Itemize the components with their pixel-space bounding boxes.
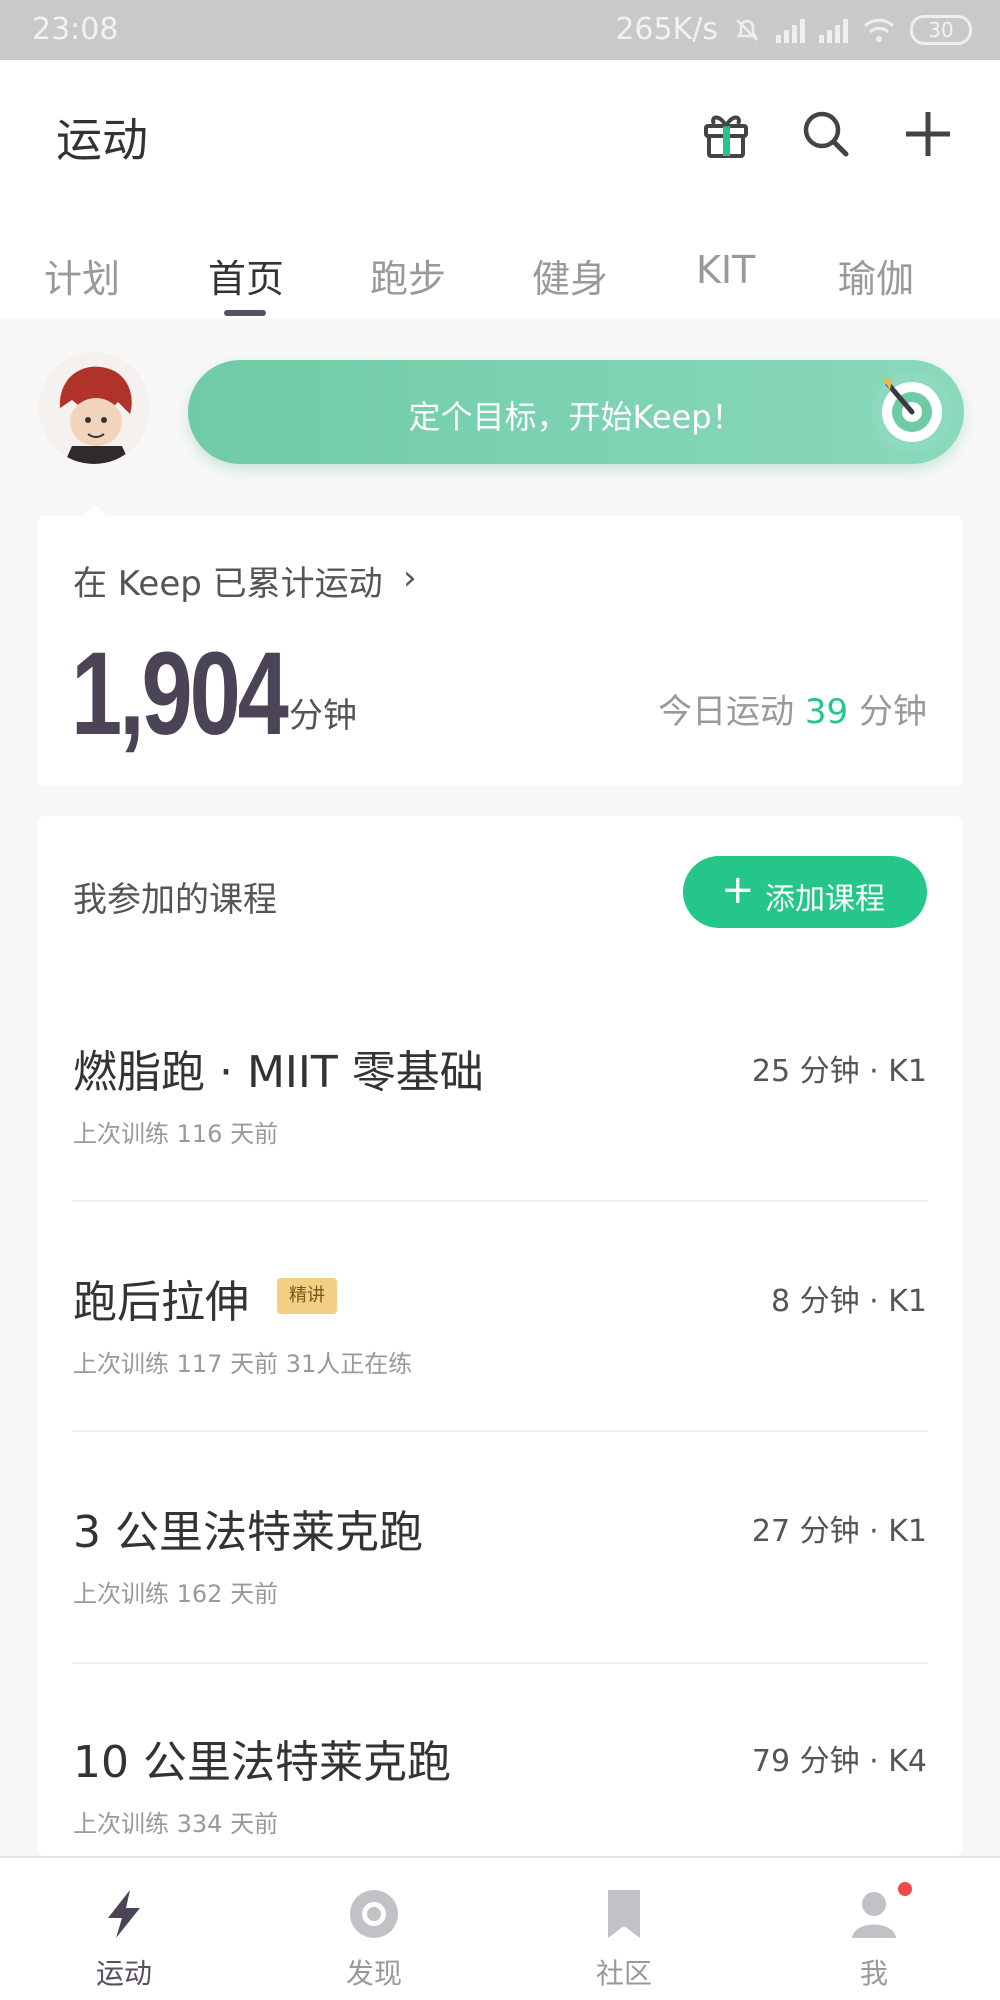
course-meta: 27 分钟 · K1 xyxy=(751,1514,927,1549)
notification-dot xyxy=(898,1882,912,1896)
course-item[interactable]: 跑后拉伸 精讲 8 分钟 · K1 上次训练 117 天前 31人正在练 xyxy=(73,1266,927,1496)
goal-text: 定个目标，开始Keep！ xyxy=(408,398,744,436)
battery-indicator: 30 xyxy=(910,14,972,45)
total-minutes: 1,904 xyxy=(71,628,289,760)
divider xyxy=(73,1200,927,1202)
nav-item-sports[interactable]: 运动 xyxy=(44,1858,204,2000)
add-icon[interactable] xyxy=(900,106,956,162)
accumulated-label: 在 Keep 已累计运动 xyxy=(73,564,383,604)
courses-title: 我参加的课程 xyxy=(73,880,277,920)
active-tab-indicator xyxy=(224,310,266,316)
page-title: 运动 xyxy=(56,113,148,167)
course-meta: 25 分钟 · K1 xyxy=(751,1054,927,1089)
course-last-trained: 上次训练 334 天前 xyxy=(73,1810,279,1838)
nav-label: 社区 xyxy=(595,1957,652,1990)
today-activity: 今日运动 39 分钟 xyxy=(658,684,927,733)
nav-label: 发现 xyxy=(345,1957,402,1990)
network-speed: 265K/s xyxy=(615,12,718,47)
tab-kit[interactable]: KIT xyxy=(696,248,755,292)
tab-yoga[interactable]: 瑜伽 xyxy=(838,248,914,303)
search-icon[interactable] xyxy=(798,106,854,162)
signal-icon-2 xyxy=(819,17,848,43)
today-value: 39 xyxy=(804,692,849,732)
status-bar: 23:08 265K/s 30 xyxy=(0,0,1000,60)
course-meta: 79 分钟 · K4 xyxy=(751,1744,927,1779)
tab-fitness[interactable]: 健身 xyxy=(532,248,608,303)
add-course-button[interactable]: + 添加课程 xyxy=(683,856,927,928)
nav-label: 我 xyxy=(859,1957,888,1990)
avatar[interactable] xyxy=(38,352,150,464)
wifi-icon xyxy=(863,18,895,42)
nav-item-community[interactable]: 社区 xyxy=(544,1858,704,2000)
my-courses-card: 我参加的课程 + 添加课程 燃脂跑 · MIIT 零基础 25 分钟 · K1 … xyxy=(37,816,963,1856)
card-pointer xyxy=(81,504,109,518)
bookmark-icon xyxy=(608,1890,640,1938)
target-icon xyxy=(872,372,952,452)
course-item[interactable]: 燃脂跑 · MIIT 零基础 25 分钟 · K1 上次训练 116 天前 xyxy=(73,1036,927,1266)
gift-icon[interactable] xyxy=(698,106,754,162)
course-name: 跑后拉伸 xyxy=(73,1277,249,1328)
divider xyxy=(73,1430,927,1432)
discover-icon xyxy=(350,1890,398,1938)
divider xyxy=(73,1662,927,1664)
add-course-label: 添加课程 xyxy=(765,882,885,917)
nav-label: 运动 xyxy=(95,1957,152,1990)
featured-badge: 精讲 xyxy=(277,1278,337,1314)
avatar-illustration xyxy=(38,352,150,464)
course-name: 燃脂跑 · MIIT 零基础 xyxy=(73,1047,484,1098)
tab-home[interactable]: 首页 xyxy=(208,248,284,303)
profile-icon xyxy=(852,1892,896,1938)
tab-plan[interactable]: 计划 xyxy=(44,248,120,303)
set-goal-button[interactable]: 定个目标，开始Keep！ xyxy=(188,360,964,464)
course-last-trained: 上次训练 117 天前 31人正在练 xyxy=(73,1350,413,1378)
course-name: 10 公里法特莱克跑 xyxy=(73,1737,451,1788)
today-prefix: 今日运动 xyxy=(658,692,795,732)
nav-item-me[interactable]: 我 xyxy=(794,1858,954,2000)
signal-icon xyxy=(776,17,805,43)
lightning-icon xyxy=(108,1890,140,1938)
tab-running[interactable]: 跑步 xyxy=(370,248,446,303)
course-last-trained: 上次训练 116 天前 xyxy=(73,1120,279,1148)
chevron-right-icon: › xyxy=(403,558,417,598)
app-header: 运动 计划 首页 跑步 健身 KIT 瑜伽 xyxy=(0,60,1000,318)
course-item[interactable]: 3 公里法特莱克跑 27 分钟 · K1 上次训练 162 天前 xyxy=(73,1496,927,1726)
plus-icon: + xyxy=(721,867,755,913)
course-last-trained: 上次训练 162 天前 xyxy=(73,1580,279,1608)
course-meta: 8 分钟 · K1 xyxy=(771,1284,927,1319)
status-time: 23:08 xyxy=(32,12,119,47)
total-unit: 分钟 xyxy=(289,696,357,736)
tab-bar: 计划 首页 跑步 健身 KIT 瑜伽 xyxy=(0,230,1000,318)
today-unit: 分钟 xyxy=(859,692,927,732)
bottom-navigation: 运动 发现 社区 我 xyxy=(0,1856,1000,2000)
status-indicators: 265K/s 30 xyxy=(615,12,972,47)
activity-summary-card[interactable]: 在 Keep 已累计运动 › 1,904 分钟 今日运动 39 分钟 xyxy=(37,504,963,786)
nav-item-discover[interactable]: 发现 xyxy=(294,1858,454,2000)
mute-bell-icon xyxy=(736,18,758,41)
course-name: 3 公里法特莱克跑 xyxy=(73,1507,423,1558)
